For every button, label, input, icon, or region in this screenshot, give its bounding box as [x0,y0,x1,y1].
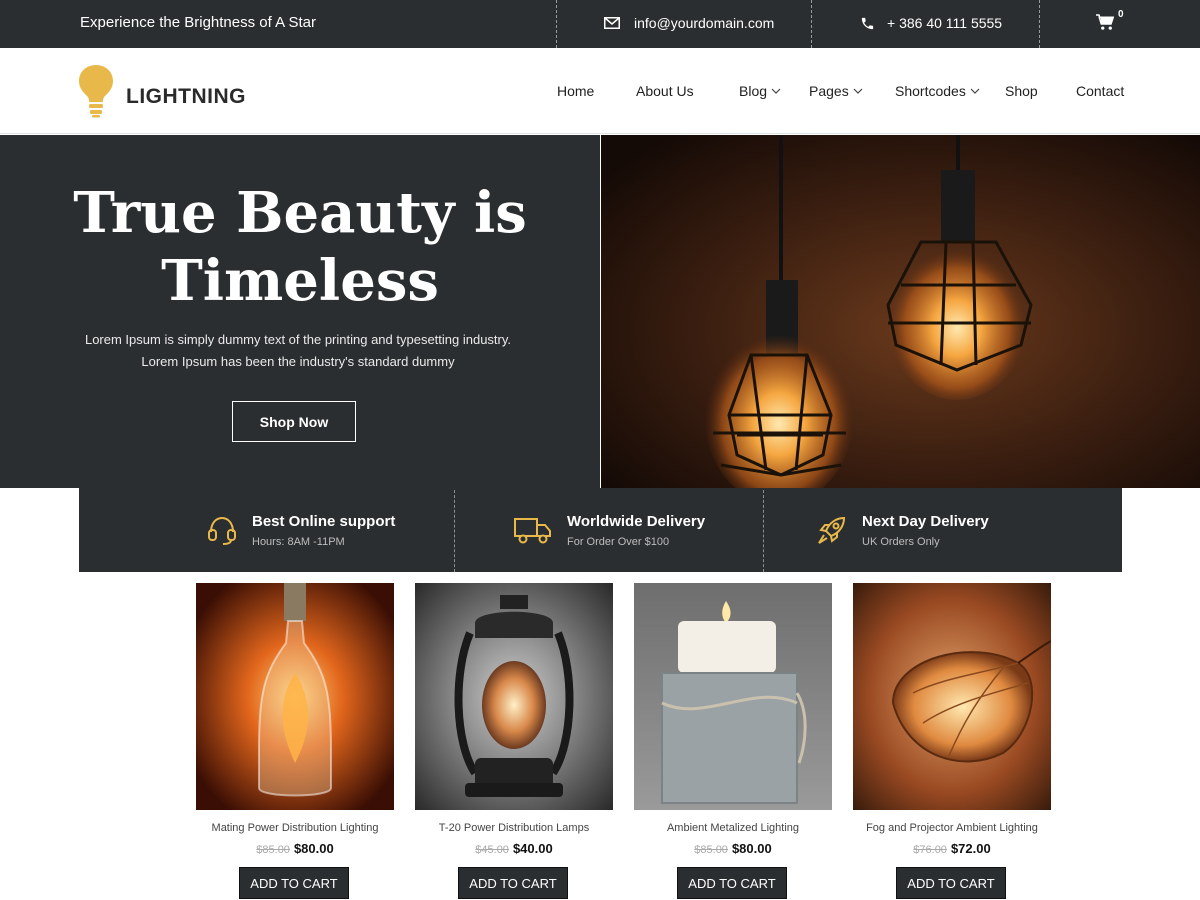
phone-icon [861,17,874,29]
nav-item-pages[interactable]: Pages [809,83,863,99]
top-bar: Experience the Brightness of A Star info… [0,0,1200,48]
nav-label: Contact [1076,83,1125,99]
feature-worldwide-delivery: Worldwide Delivery For Order Over $100 [513,488,705,572]
product-price: $85.00 $80.00 [196,841,394,856]
add-to-cart-button[interactable]: ADD TO CART [896,867,1006,899]
feature-title: Best Online support [252,512,396,530]
divider [811,0,812,48]
feature-best-online-support: Best Online support Hours: 8AM -11PM [206,488,395,572]
product-old-price: $85.00 [256,844,290,856]
product-current-price: $40.00 [512,841,553,856]
divider [454,490,455,572]
email-link[interactable]: info@yourdomain.com [604,15,774,31]
product-old-price: $45.00 [475,844,509,856]
product-price: $45.00 $40.00 [415,841,613,856]
nav-item-shop[interactable]: Shop [1005,83,1038,99]
nav-item-contact[interactable]: Contact [1076,83,1124,99]
product-old-price: $85.00 [694,844,728,856]
features-strip: Best Online support Hours: 8AM -11PM Wor… [79,488,1122,572]
add-to-cart-button[interactable]: ADD TO CART [239,867,349,899]
phone-text: + 386 40 111 5555 [887,15,1003,31]
feature-subtitle: Hours: 8AM -11PM [252,535,345,548]
chevron-down-icon [970,88,980,94]
nav-label: About Us [636,83,694,99]
product-image-leaf-lamp[interactable] [853,583,1051,810]
add-to-cart-button[interactable]: ADD TO CART [458,867,568,899]
product-image-flame-bottle[interactable] [196,583,394,810]
product-name[interactable]: Fog and Projector Ambient Lighting [853,822,1051,834]
divider [763,490,764,572]
divider [556,0,557,48]
nav-label: Home [557,83,595,99]
feature-title: Next Day Delivery [862,512,989,530]
chevron-down-icon [853,88,863,94]
hero-banner: True Beauty is Timeless Lorem Ipsum is s… [0,135,1200,488]
nav-label: Shop [1005,83,1038,99]
hero-description-line: Lorem Ipsum has been the industry's stan… [141,354,455,369]
nav-label: Shortcodes [895,83,966,99]
phone-link[interactable]: + 386 40 111 5555 [860,15,1002,31]
nav-label: Blog [739,83,768,99]
envelope-icon [604,17,620,29]
product-image-lantern[interactable] [415,583,613,810]
hero-title-line: Timeless [161,248,439,314]
product-card: T-20 Power Distribution Lamps $45.00 $40.… [415,583,613,900]
hero-description-line: Lorem Ipsum is simply dummy text of the … [84,332,512,347]
product-old-price: $76.00 [913,844,947,856]
add-to-cart-button[interactable]: ADD TO CART [677,867,787,899]
shop-now-button[interactable]: Shop Now [232,401,356,442]
product-name[interactable]: Mating Power Distribution Lighting [196,822,394,834]
feature-title: Worldwide Delivery [567,512,706,530]
product-current-price: $80.00 [731,841,772,856]
tagline: Experience the Brightness of A Star [80,14,316,31]
product-price: $76.00 $72.00 [853,841,1051,856]
divider [1039,0,1040,48]
hero-image-pendant-lamps [601,135,1200,488]
product-current-price: $80.00 [293,841,334,856]
hero-title: True Beauty is Timeless [0,179,600,315]
product-current-price: $72.00 [950,841,991,856]
hero-text-panel: True Beauty is Timeless Lorem Ipsum is s… [0,135,600,488]
product-name[interactable]: Ambient Metalized Lighting [634,822,832,834]
product-price: $85.00 $80.00 [634,841,832,856]
headset-icon [208,516,236,545]
cart-count-badge: 0 [1118,9,1124,20]
hero-description: Lorem Ipsum is simply dummy text of the … [60,329,536,373]
truck-icon [514,518,551,544]
feature-next-day-delivery: Next Day Delivery UK Orders Only [816,488,989,572]
nav-item-about-us[interactable]: About Us [636,83,694,99]
product-card: Ambient Metalized Lighting $85.00 $80.00 … [634,583,832,900]
nav-label: Pages [809,83,849,99]
chevron-down-icon [771,88,781,94]
cart-button[interactable] [1096,14,1115,36]
feature-subtitle: UK Orders Only [862,535,940,548]
site-header: LIGHTNING Home About Us Blog Pages Short… [0,48,1200,134]
product-image-candle[interactable] [634,583,832,810]
rocket-icon [818,516,846,544]
cart-icon [1096,14,1115,30]
nav-item-shortcodes[interactable]: Shortcodes [895,83,980,99]
feature-subtitle: For Order Over $100 [567,535,670,548]
nav-item-home[interactable]: Home [557,83,594,99]
main-nav: Home About Us Blog Pages Shortcodes Shop… [0,83,1200,103]
product-name[interactable]: T-20 Power Distribution Lamps [415,822,613,834]
product-card: Mating Power Distribution Lighting $85.0… [196,583,394,900]
product-card: Fog and Projector Ambient Lighting $76.0… [853,583,1051,900]
email-text: info@yourdomain.com [634,15,775,31]
nav-item-blog[interactable]: Blog [739,83,781,99]
hero-title-line: True Beauty is [73,180,527,246]
